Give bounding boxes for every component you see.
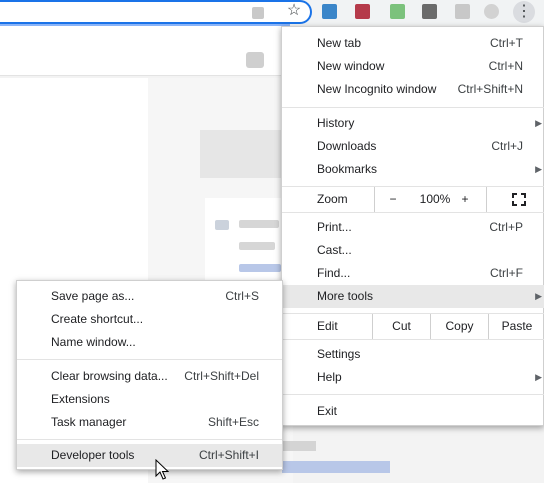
menu-divider	[17, 359, 282, 360]
menu-item-shortcut: Ctrl+S	[225, 289, 259, 303]
page-text	[239, 220, 279, 228]
menu-item-label: Bookmarks	[317, 162, 378, 176]
more-tools-submenu: Save page as... Ctrl+S Create shortcut..…	[16, 280, 283, 470]
menu-item-shortcut: Ctrl+J	[491, 139, 523, 153]
page-link	[239, 264, 281, 272]
star-icon[interactable]: ☆	[285, 2, 303, 20]
chevron-right-icon: ▶	[535, 291, 542, 301]
paste-button[interactable]: Paste	[488, 314, 544, 339]
menu-item-new-tab[interactable]: New tab Ctrl+T	[282, 32, 544, 55]
menu-item-shortcut: Ctrl+Shift+N	[457, 82, 523, 96]
chevron-right-icon: ▶	[535, 372, 542, 382]
menu-item-help[interactable]: Help ▶	[282, 366, 544, 389]
menu-item-shortcut: Shift+Esc	[207, 415, 259, 429]
menu-item-label: Downloads	[317, 139, 377, 153]
menu-item-shortcut: Ctrl+T	[490, 36, 523, 50]
fullscreen-icon[interactable]	[486, 187, 544, 212]
chevron-right-icon: ▶	[535, 118, 542, 128]
menu-item-extensions[interactable]: Extensions	[17, 388, 282, 411]
zoom-row: Zoom − 100% +	[282, 187, 544, 212]
zoom-controls: − 100% +	[374, 187, 544, 212]
zoom-in-button[interactable]: +	[459, 192, 471, 206]
menu-item-shortcut: Ctrl+Shift+Del	[184, 369, 259, 383]
menu-item-label: Print...	[317, 220, 352, 234]
menu-item-label: Clear browsing data...	[51, 369, 168, 383]
kebab-icon[interactable]: ⋮	[513, 1, 535, 23]
menu-item-task-manager[interactable]: Task manager Shift+Esc	[17, 411, 282, 434]
menu-item-label: Cast...	[317, 243, 352, 257]
menu-divider	[282, 107, 544, 108]
page-link	[282, 461, 390, 473]
menu-item-find[interactable]: Find... Ctrl+F	[282, 262, 544, 285]
menu-item-save-page-as[interactable]: Save page as... Ctrl+S	[17, 285, 282, 308]
zoom-out-button[interactable]: −	[387, 192, 399, 206]
menu-item-developer-tools[interactable]: Developer tools Ctrl+Shift+I	[17, 444, 282, 467]
page-info-icon[interactable]	[252, 7, 264, 19]
extension-icon[interactable]	[455, 4, 470, 19]
menu-item-downloads[interactable]: Downloads Ctrl+J	[282, 135, 544, 158]
extension-icon[interactable]	[390, 4, 405, 19]
menu-item-new-window[interactable]: New window Ctrl+N	[282, 55, 544, 78]
page-header	[0, 26, 290, 76]
menu-item-label: Help	[317, 370, 342, 384]
page-text	[282, 441, 316, 451]
chevron-right-icon: ▶	[535, 164, 542, 174]
menu-item-label: Task manager	[51, 415, 127, 429]
menu-divider	[17, 439, 282, 440]
menu-item-label: New Incognito window	[317, 82, 437, 96]
mouse-cursor-icon	[155, 459, 169, 480]
edit-label: Edit	[317, 319, 338, 333]
page-header-icon	[246, 52, 264, 68]
menu-item-label: Exit	[317, 404, 338, 418]
menu-item-history[interactable]: History ▶	[282, 112, 544, 135]
zoom-level: 100%	[419, 192, 451, 206]
browser-toolbar: ☆ ⋮	[0, 0, 544, 25]
extension-icon[interactable]	[355, 4, 370, 19]
menu-item-label: Name window...	[51, 335, 136, 349]
menu-item-create-shortcut[interactable]: Create shortcut...	[17, 308, 282, 331]
chrome-menu: New tab Ctrl+T New window Ctrl+N New Inc…	[281, 26, 544, 426]
address-bar[interactable]	[0, 0, 312, 24]
menu-item-new-incognito-window[interactable]: New Incognito window Ctrl+Shift+N	[282, 78, 544, 101]
menu-item-label: Save page as...	[51, 289, 135, 303]
page-icon	[215, 220, 229, 230]
edit-row: Edit Cut Copy Paste	[282, 314, 544, 339]
menu-item-exit[interactable]: Exit	[282, 400, 544, 423]
menu-item-bookmarks[interactable]: Bookmarks ▶	[282, 158, 544, 181]
menu-item-cast[interactable]: Cast...	[282, 239, 544, 262]
menu-item-label: Developer tools	[51, 448, 135, 462]
menu-item-shortcut: Ctrl+Shift+I	[198, 448, 259, 462]
extension-icon[interactable]	[422, 4, 437, 19]
menu-item-shortcut: Ctrl+P	[489, 220, 523, 234]
menu-item-label: More tools	[317, 289, 374, 303]
profile-avatar[interactable]	[484, 4, 499, 19]
menu-item-name-window[interactable]: Name window...	[17, 331, 282, 354]
menu-divider	[282, 339, 544, 340]
menu-item-shortcut: Ctrl+N	[488, 59, 523, 73]
menu-item-label: Settings	[317, 347, 361, 361]
extension-icon[interactable]	[322, 4, 337, 19]
menu-item-more-tools[interactable]: More tools ▶	[282, 285, 544, 308]
menu-item-label: History	[317, 116, 355, 130]
cut-button[interactable]: Cut	[372, 314, 430, 339]
menu-item-label: Create shortcut...	[51, 312, 144, 326]
zoom-label: Zoom	[317, 192, 348, 206]
menu-divider	[282, 212, 544, 213]
copy-button[interactable]: Copy	[430, 314, 488, 339]
menu-item-label: New window	[317, 59, 385, 73]
menu-divider	[282, 394, 544, 395]
menu-item-shortcut: Ctrl+F	[490, 266, 523, 280]
menu-item-label: Extensions	[51, 392, 110, 406]
menu-item-label: Find...	[317, 266, 351, 280]
menu-item-print[interactable]: Print... Ctrl+P	[282, 216, 544, 239]
menu-item-settings[interactable]: Settings	[282, 343, 544, 366]
menu-item-label: New tab	[317, 36, 362, 50]
menu-item-clear-browsing-data[interactable]: Clear browsing data... Ctrl+Shift+Del	[17, 365, 282, 388]
page-text	[239, 242, 275, 250]
